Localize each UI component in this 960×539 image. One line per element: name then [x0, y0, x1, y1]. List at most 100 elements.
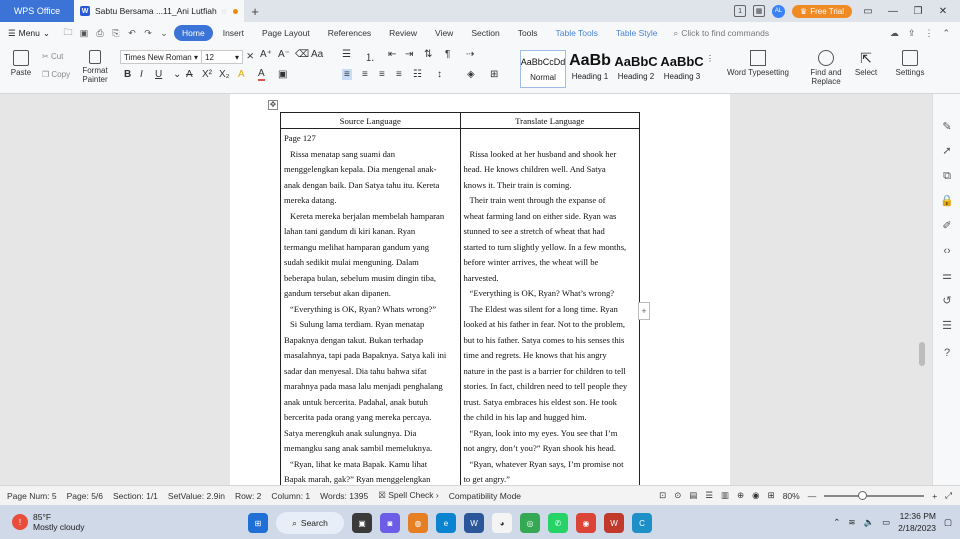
underline-style-icon[interactable]: ⌄ [173, 69, 181, 80]
text-line[interactable]: sudah sedikit mulai menguning. Dalam [284, 255, 457, 271]
tab-view[interactable]: View [427, 25, 461, 41]
subscript-icon[interactable]: X₂ [219, 69, 230, 80]
clear-format-icon[interactable]: ⨯ [246, 51, 254, 62]
find-replace-button[interactable]: Find and Replace [806, 50, 846, 86]
wps-office-tab[interactable]: WPS Office [0, 0, 74, 22]
text-line[interactable]: “Ryan, whatever Ryan says, I’m promise n… [464, 457, 637, 473]
wps-icon[interactable]: W [604, 513, 624, 533]
select-button[interactable]: ⇱ Select [850, 50, 882, 77]
source-text-block[interactable]: Rissa menatap sang suami dan menggelengka… [284, 147, 457, 486]
text-line[interactable]: menggelengkan kepala. Dia mengenal anak- [284, 162, 457, 178]
layers-icon[interactable]: ☰ [940, 319, 954, 333]
new-tab-button[interactable]: + [244, 0, 266, 22]
text-line[interactable]: sadar dan menyesal. Dia tahu bahwa sifat [284, 364, 457, 380]
copy-button[interactable]: ❐ Copy [42, 70, 70, 79]
pen-icon[interactable]: ✎ [940, 120, 954, 134]
target-cell[interactable]: Rissa looked at her husband and shook he… [459, 128, 640, 485]
tab-stop-icon[interactable]: ⇢ [466, 49, 474, 60]
text-line[interactable]: time and regrets. He knows that his angr… [464, 348, 637, 364]
text-line[interactable]: stunned to see a stretch of wheat that h… [464, 224, 637, 240]
text-line[interactable]: trust. Satya embraces his eldest son. He… [464, 395, 637, 411]
text-line[interactable]: mereka datang. [284, 193, 457, 209]
text-line[interactable]: anak dengan baik. Dan Satya tahu itu. Ke… [284, 178, 457, 194]
wifi-icon[interactable]: ≋ [848, 517, 855, 528]
format-painter-button[interactable]: Format Painter [78, 50, 112, 84]
eraser-icon[interactable]: ⌫ [295, 49, 309, 60]
bold-icon[interactable]: B [124, 69, 131, 80]
text-line[interactable]: head. He knows children well. And Satya [464, 162, 637, 178]
reading-mode-icon[interactable]: ⊡ [659, 490, 666, 501]
settings-button[interactable]: Settings [892, 50, 928, 77]
text-line[interactable]: to get angry.” [464, 472, 637, 485]
text-line[interactable]: memangku sang anak sambil memeluknya. [284, 441, 457, 457]
text-line[interactable]: Si Sulung lama terdiam. Ryan menatap [284, 317, 457, 333]
char-border-icon[interactable]: ▣ [278, 69, 287, 80]
undo-icon[interactable]: ↶ [126, 28, 138, 39]
zoom-slider-knob[interactable] [858, 490, 868, 500]
eye-protection-icon[interactable]: ◉ [752, 490, 759, 501]
section-status[interactable]: Section: 1/1 [113, 491, 158, 501]
style-heading-1[interactable]: AaBb Heading 1 [568, 50, 612, 88]
text-line[interactable]: anak untuk bercerita. Padahal, anak butu… [284, 395, 457, 411]
tab-table-style[interactable]: Table Style [608, 25, 666, 41]
start-windows-icon[interactable]: ⊞ [248, 513, 268, 533]
text-line[interactable]: Their train went through the expanse of [464, 193, 637, 209]
text-line[interactable]: harvested. [464, 271, 637, 287]
sliders-icon[interactable]: ⚌ [940, 269, 954, 283]
text-line[interactable]: looked at his father in fear. Not to the… [464, 317, 637, 333]
page-status[interactable]: Page: 5/6 [67, 491, 103, 501]
align-right-icon[interactable]: ≡ [379, 69, 385, 80]
style-heading-2[interactable]: AaBbC Heading 2 [614, 50, 658, 88]
print-layout-icon[interactable]: ▤ [689, 490, 697, 501]
print-icon[interactable]: ⎙ [94, 28, 106, 39]
redo-icon[interactable]: ↷ [142, 28, 154, 39]
text-line[interactable]: The Eldest was silent for a long time. R… [464, 302, 637, 318]
outline-view-icon[interactable]: ☰ [705, 490, 713, 501]
document-tab[interactable]: W Sabtu Bersama ...11_Ani Lutfiah ◌ [74, 0, 244, 22]
font-size-select[interactable]: 12 ▾ [201, 50, 243, 64]
superscript-icon[interactable]: X² [202, 69, 212, 80]
lock-icon[interactable]: 🔒 [940, 194, 954, 208]
find-commands-search[interactable]: ⌕ Click to find commands [674, 28, 770, 39]
text-line[interactable]: Kereta mereka berjalan membelah hamparan [284, 209, 457, 225]
line-spacing-icon[interactable]: ↕ [437, 69, 442, 80]
change-case-icon[interactable]: Aa [311, 49, 323, 60]
main-menu-button[interactable]: ☰ Menu ⌄ [8, 28, 50, 39]
text-line[interactable]: marahnya pada masa lalu menjadi penghala… [284, 379, 457, 395]
cut-button[interactable]: ✂ Cut [42, 52, 63, 61]
chrome-icon[interactable]: ◉ [576, 513, 596, 533]
align-center-icon[interactable]: ≡ [362, 69, 368, 80]
text-line[interactable]: lahan tani gandum di kiri kanan. Ryan [284, 224, 457, 240]
clock[interactable]: 12:36 PM 2/18/2023 [898, 510, 936, 534]
zoom-slider[interactable] [824, 490, 925, 500]
app-c-icon[interactable]: C [632, 513, 652, 533]
text-line[interactable]: termangu melihat hamparan gandum yang [284, 240, 457, 256]
share-icon[interactable]: ⇪ [908, 28, 916, 39]
source-language-header[interactable]: Source Language [280, 112, 461, 129]
text-line[interactable]: stories. In fact, children need to tell … [464, 379, 637, 395]
weather-widget[interactable]: ! 85°F Mostly cloudy [0, 512, 200, 532]
text-line[interactable]: “Ryan, lihat ke mata Bapak. Kamu lihat [284, 457, 457, 473]
save-icon[interactable]: ▣ [78, 28, 90, 39]
text-line[interactable]: gandum tersebut akan dipanen. [284, 286, 457, 302]
code-icon[interactable]: ‹› [940, 244, 954, 258]
collapse-ribbon-icon[interactable]: ⌃ [942, 28, 950, 39]
grid-icon[interactable]: ▦ [753, 5, 766, 17]
close-button[interactable]: ✕ [934, 6, 952, 17]
history-icon[interactable]: ↺ [940, 294, 954, 308]
styles-more-icon[interactable]: ⋮ [706, 54, 714, 63]
word-icon[interactable]: W [464, 513, 484, 533]
fit-page-icon[interactable]: ⊞ [768, 490, 775, 501]
paste-button[interactable]: Paste [8, 50, 34, 77]
table-move-handle-icon[interactable]: ✥ [268, 100, 278, 110]
chrome-profile-icon[interactable]: ◎ [520, 513, 540, 533]
text-line[interactable]: Bapaknya dengan takut. Bukan terhadap [284, 333, 457, 349]
fullscreen-icon[interactable]: ⤢ [945, 490, 952, 501]
show-marks-icon[interactable]: ¶ [445, 49, 450, 60]
task-view-icon[interactable]: ▣ [352, 513, 372, 533]
edit-doc-icon[interactable]: ✐ [940, 219, 954, 233]
tab-table-tools[interactable]: Table Tools [548, 25, 606, 41]
setvalue-status[interactable]: SetValue: 2.9in [168, 491, 225, 501]
text-line[interactable]: not angry, don’t you?” Ryan shook his he… [464, 441, 637, 457]
tab-tools[interactable]: Tools [510, 25, 546, 41]
